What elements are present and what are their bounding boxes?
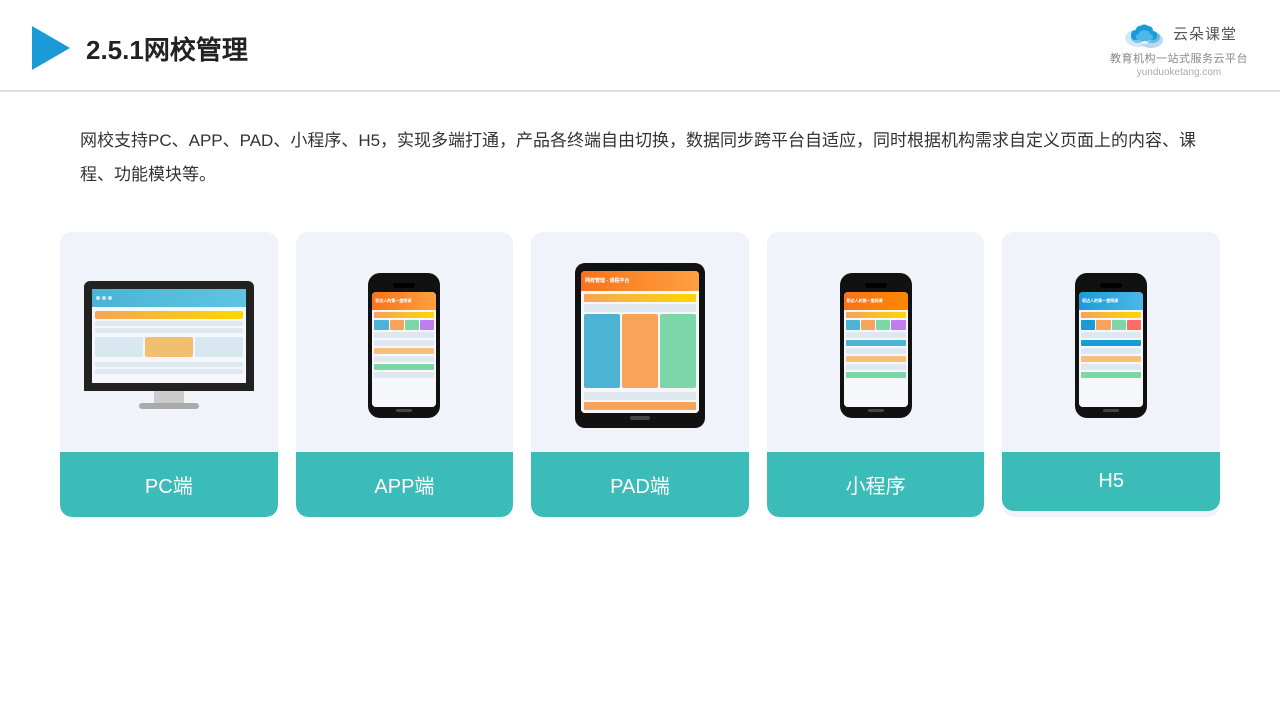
pc-screen	[84, 281, 254, 391]
card-pc-label: PC端	[60, 452, 278, 517]
tablet-mockup: 网校管理 - 课程平台	[575, 263, 705, 428]
cards-container: PC端 职达人的第一堂网课	[0, 212, 1280, 517]
card-miniprogram: 职达人的第一堂网课	[767, 232, 985, 517]
brand-name: 云朵课堂	[1173, 23, 1237, 44]
logo-triangle-icon	[32, 26, 70, 70]
brand-url: yunduoketang.com	[1137, 67, 1222, 78]
pc-mockup	[84, 281, 254, 409]
card-pad-label: PAD端	[531, 452, 749, 517]
card-miniprogram-label: 小程序	[767, 452, 985, 517]
phone-mockup-miniprogram: 职达人的第一堂网课	[840, 273, 912, 418]
phone-mockup-h5: 职达人的第一堂网课	[1075, 273, 1147, 418]
card-miniprogram-image: 职达人的第一堂网课	[767, 232, 985, 452]
card-app-label: APP端	[296, 452, 514, 517]
brand-tagline: 教育机构一站式服务云平台	[1110, 50, 1248, 66]
card-h5-image: 职达人的第一堂网课	[1002, 232, 1220, 452]
card-app: 职达人的第一堂网课	[296, 232, 514, 517]
header-left: 2.5.1网校管理	[32, 26, 248, 70]
cloud-icon	[1121, 18, 1167, 48]
brand-logo: 云朵课堂 教育机构一站式服务云平台 yunduoketang.com	[1110, 18, 1248, 78]
card-pad: 网校管理 - 课程平台	[531, 232, 749, 517]
card-pc: PC端	[60, 232, 278, 517]
page-title: 2.5.1网校管理	[86, 30, 248, 67]
card-h5: 职达人的第一堂网课	[1002, 232, 1220, 517]
card-h5-label: H5	[1002, 452, 1220, 511]
brand-logo-top: 云朵课堂	[1121, 18, 1237, 48]
header: 2.5.1网校管理 云朵课堂 教育机构一站式服务云平台 yunduoketang…	[0, 0, 1280, 92]
card-pc-image	[60, 232, 278, 452]
description-text: 网校支持PC、APP、PAD、小程序、H5，实现多端打通，产品各终端自由切换，数…	[0, 92, 1280, 212]
card-pad-image: 网校管理 - 课程平台	[531, 232, 749, 452]
phone-mockup-app: 职达人的第一堂网课	[368, 273, 440, 418]
card-app-image: 职达人的第一堂网课	[296, 232, 514, 452]
